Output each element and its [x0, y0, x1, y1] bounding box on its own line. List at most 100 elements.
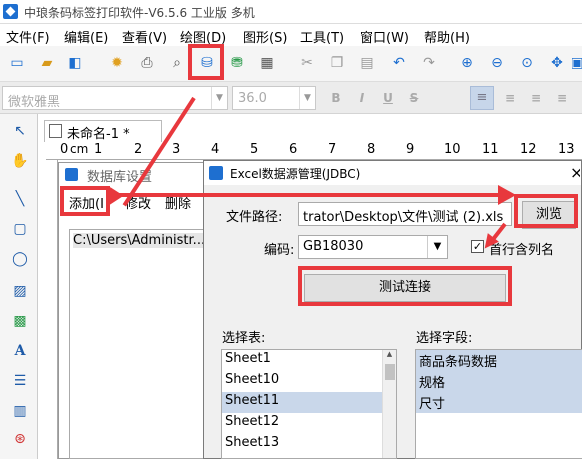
menu-help[interactable]: 帮助(H) — [424, 27, 470, 46]
ruler-mark: 3 — [172, 142, 181, 157]
move-icon[interactable]: ✥ — [546, 52, 568, 74]
annotation-highlight-test — [298, 266, 512, 306]
menu-view[interactable]: 查看(V) — [122, 27, 167, 46]
strikethrough-button[interactable]: S — [404, 88, 424, 108]
zoom-out-icon[interactable]: ⊖ — [486, 52, 508, 74]
fields-list[interactable]: 商品条码数据 规格 尺寸 — [415, 349, 582, 459]
tab-document[interactable]: 未命名-1 * — [44, 120, 162, 142]
image-tool-icon[interactable]: ▨ — [9, 280, 31, 302]
annotation-arrow-2 — [110, 193, 508, 197]
redo-icon[interactable]: ↷ — [418, 52, 440, 74]
list-item[interactable]: Sheet10 — [222, 371, 396, 392]
font-size-value: 36.0 — [238, 91, 267, 106]
menu-window[interactable]: 窗口(W) — [360, 27, 409, 46]
list-item[interactable]: Sheet1 — [222, 350, 396, 371]
close-icon[interactable]: × — [570, 163, 580, 182]
dialog-logo-icon — [209, 166, 223, 180]
annotation-highlight-browse — [514, 194, 578, 228]
rich-text-tool-icon[interactable]: ☰ — [9, 370, 31, 392]
document-icon — [49, 124, 62, 138]
settings-gear-icon[interactable]: ✹ — [106, 52, 128, 74]
font-name-value: 微软雅黑 — [8, 95, 61, 110]
ruler-mark: 4 — [211, 142, 220, 157]
bold-button[interactable]: B — [326, 88, 346, 108]
cut-icon[interactable]: ✂ — [296, 52, 318, 74]
panel-logo-icon — [65, 168, 78, 181]
rectangle-tool-icon[interactable]: ▢ — [9, 218, 31, 240]
pan-icon[interactable]: ✋ — [9, 150, 31, 172]
document-tab-label: 未命名-1 * — [67, 127, 130, 142]
dialog-title: Excel数据源管理(JDBC) — [230, 167, 361, 181]
new-icon[interactable]: ▭ — [6, 52, 28, 74]
tables-scrollbar[interactable]: ▲ — [382, 350, 396, 458]
panel-header: 数据库设置 — [59, 163, 207, 187]
ruler-mark: 1 — [94, 142, 103, 157]
encoding-value: GB18030 — [303, 239, 364, 254]
align-center-icon[interactable]: ≡ — [500, 88, 520, 108]
list-item[interactable]: C:\Users\Administr... — [73, 233, 205, 248]
font-size-combo[interactable]: 36.0 ▼ — [232, 86, 316, 110]
window-titlebar: 中琅条码标签打印软件-V6.5.6 工业版 多机 — [0, 0, 582, 24]
align-left-icon[interactable]: ≡ — [470, 86, 494, 110]
menu-bar: 文件(F) 编辑(E) 查看(V) 绘图(D) 图形(S) 工具(T) 窗口(W… — [0, 24, 582, 46]
align-right-icon[interactable]: ≡ — [526, 88, 546, 108]
ruler-mark: 10 — [444, 142, 461, 157]
menu-edit[interactable]: 编辑(E) — [64, 27, 108, 46]
dialog-titlebar: Excel数据源管理(JDBC) × — [204, 161, 581, 185]
open-folder-icon[interactable]: ▰ — [36, 52, 58, 74]
tables-list[interactable]: Sheet1 Sheet10 Sheet11 Sheet12 Sheet13 ▲ — [221, 349, 397, 459]
fields-label: 选择字段: — [416, 331, 473, 346]
list-item-selected[interactable]: 尺寸 — [416, 392, 582, 413]
encoding-select[interactable]: GB18030 ▼ — [298, 235, 448, 259]
scroll-up-icon[interactable]: ▲ — [383, 350, 396, 358]
scroll-thumb[interactable] — [385, 364, 395, 380]
main-toolbar: ▭ ▰ ◧ ✹ ⎙ ⌕ ⛁ ⛃ ▦ ✂ ❐ ▤ ↶ ↷ ⊕ ⊖ ⊙ ✥ ▣ — [0, 46, 582, 82]
save-icon[interactable]: ◧ — [64, 52, 86, 74]
window-title: 中琅条码标签打印软件-V6.5.6 工业版 多机 — [24, 6, 255, 20]
zoom-fit-icon[interactable]: ⊙ — [516, 52, 538, 74]
chevron-down-icon[interactable]: ▼ — [211, 87, 227, 109]
list-item-selected[interactable]: Sheet11 — [222, 392, 396, 413]
zoom-page-icon[interactable]: ▣ — [572, 52, 582, 74]
underline-button[interactable]: U — [378, 88, 398, 108]
ruler-mark: 9 — [406, 142, 415, 157]
ruler-mark: 2 — [134, 142, 143, 157]
zoom-in-icon[interactable]: ⊕ — [456, 52, 478, 74]
line-tool-icon[interactable]: ╲ — [9, 188, 31, 210]
ruler-unit: cm — [70, 142, 89, 156]
ruler-mark: 5 — [250, 142, 259, 157]
print-icon[interactable]: ⎙ — [136, 52, 158, 74]
ellipse-tool-icon[interactable]: ◯ — [9, 248, 31, 270]
ruler-mark: 11 — [482, 142, 499, 157]
horizontal-ruler: 0 cm 1 2 3 4 5 6 7 8 9 10 11 12 13 — [46, 142, 582, 160]
datasource-list[interactable]: C:\Users\Administr... — [69, 229, 209, 459]
ruler-mark: 13 — [558, 142, 575, 157]
list-item-selected[interactable]: 规格 — [416, 371, 582, 392]
align-justify-icon[interactable]: ≡ — [552, 88, 572, 108]
picture-tool-icon[interactable]: ▩ — [9, 310, 31, 332]
file-path-input[interactable]: trator\Desktop\文件\测试 (2).xls — [298, 202, 512, 226]
paste-icon[interactable]: ▤ — [356, 52, 378, 74]
chevron-down-icon[interactable]: ▼ — [299, 87, 315, 109]
list-item-selected[interactable]: 商品条码数据 — [416, 350, 582, 371]
list-item[interactable]: Sheet12 — [222, 413, 396, 434]
database-link-icon[interactable]: ⛃ — [226, 52, 248, 74]
undo-icon[interactable]: ↶ — [388, 52, 410, 74]
annotation-arrowhead-2 — [498, 185, 516, 205]
copy-icon[interactable]: ❐ — [326, 52, 348, 74]
path-label: 文件路径: — [226, 210, 283, 225]
file-path-value: trator\Desktop\文件\测试 (2).xls — [303, 210, 504, 225]
menu-tools[interactable]: 工具(T) — [300, 27, 344, 46]
grid-icon[interactable]: ▦ — [256, 52, 278, 74]
qrcode-tool-icon[interactable]: ⊛ — [9, 428, 31, 450]
print-preview-icon[interactable]: ⌕ — [166, 52, 188, 74]
text-tool-icon[interactable]: A — [9, 340, 31, 362]
list-item[interactable]: Sheet13 — [222, 434, 396, 455]
app-logo-icon — [3, 4, 18, 19]
select-pointer-icon[interactable]: ↖ — [9, 120, 31, 142]
barcode-tool-icon[interactable]: ▥ — [9, 400, 31, 422]
chevron-down-icon[interactable]: ▼ — [427, 236, 447, 258]
menu-shape[interactable]: 图形(S) — [243, 27, 287, 46]
italic-button[interactable]: I — [352, 88, 372, 108]
menu-file[interactable]: 文件(F) — [6, 27, 50, 46]
